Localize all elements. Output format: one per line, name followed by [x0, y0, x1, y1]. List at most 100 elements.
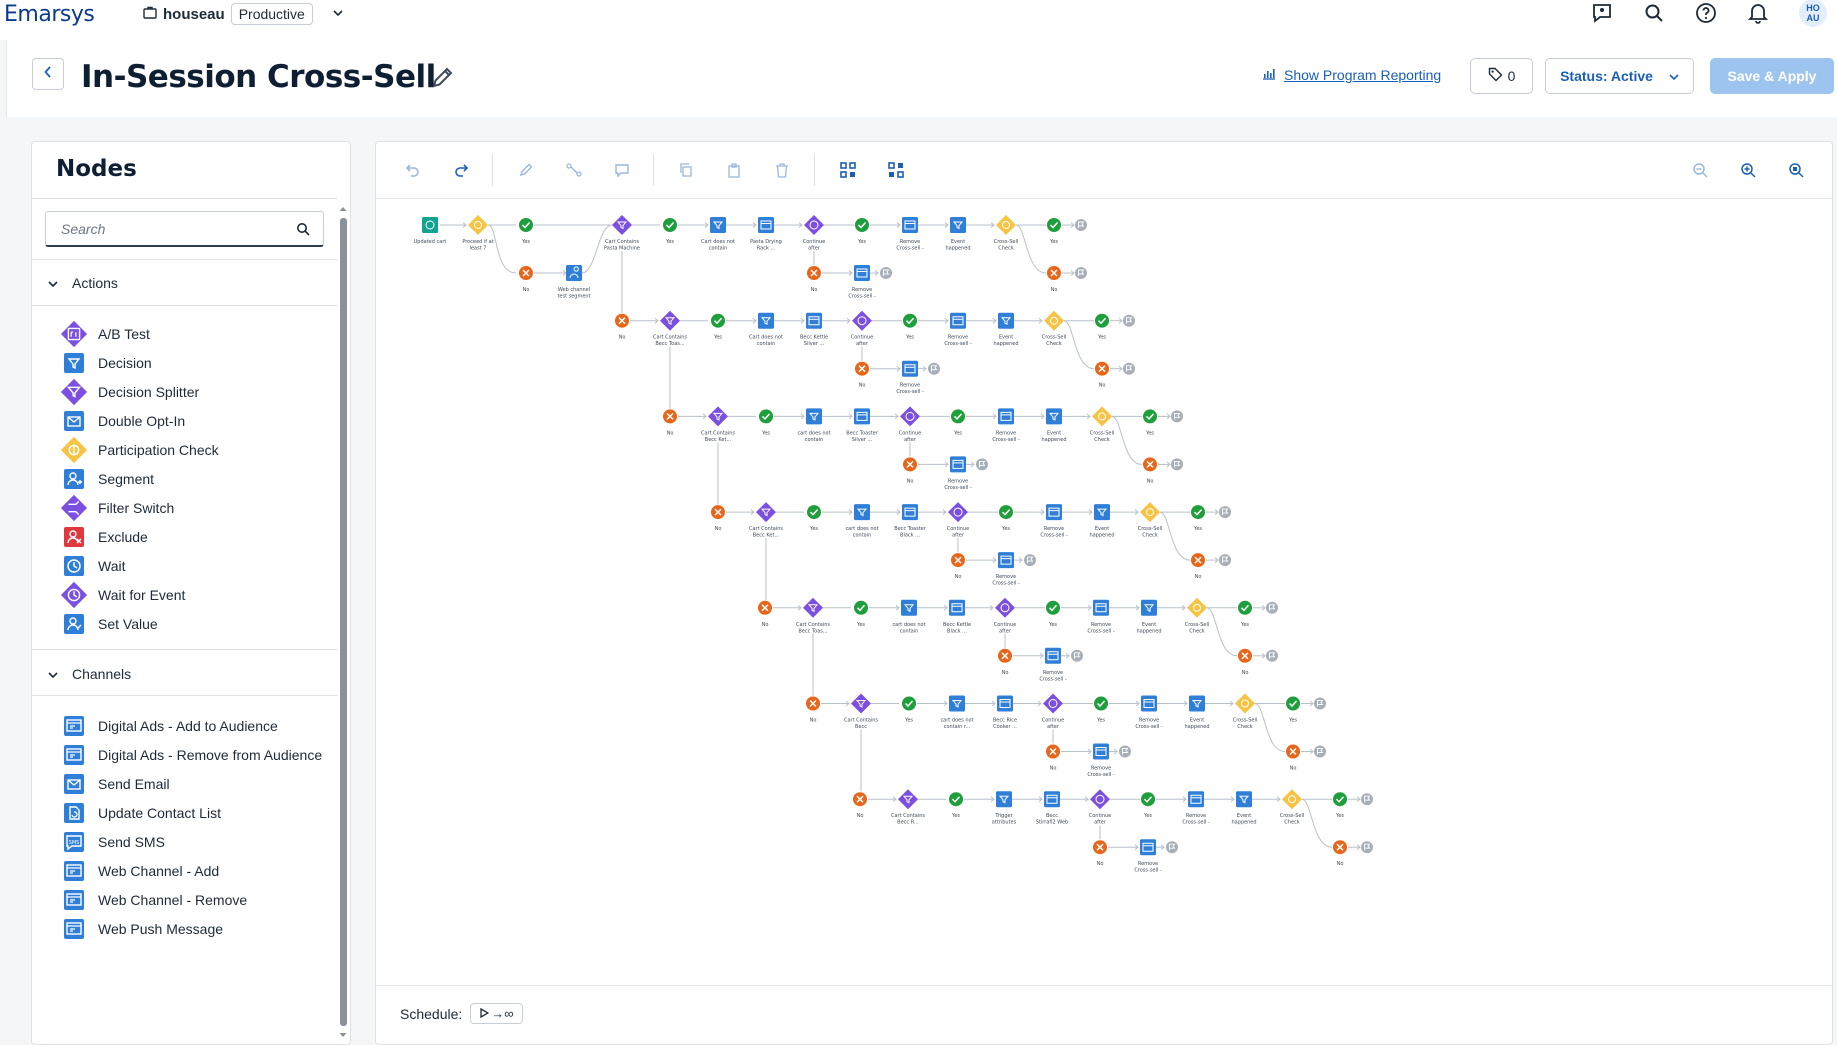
action-item-exclude[interactable]: Exclude — [60, 523, 148, 551]
node-search-input[interactable]: Search — [45, 211, 324, 247]
row-5-event[interactable] — [1141, 599, 1157, 616]
row-2-wait-no[interactable] — [855, 361, 869, 376]
row-4-no-branch[interactable] — [711, 505, 725, 520]
row-5-wait-yes[interactable] — [1046, 600, 1060, 615]
row-4-end-c[interactable] — [1219, 554, 1231, 567]
row-5-end-a[interactable] — [1071, 649, 1083, 662]
row-6-wait-event[interactable] — [1043, 693, 1063, 714]
edit-title-pencil-icon[interactable] — [430, 64, 456, 95]
channel-item-send-sms[interactable]: SMS Send SMS — [60, 828, 165, 856]
row-3-remove-a[interactable] — [950, 456, 966, 473]
row-1-cart-splitter[interactable] — [612, 215, 632, 235]
row-7-cart-splitter[interactable] — [898, 789, 918, 810]
row-5-end-b[interactable] — [1266, 601, 1278, 614]
row-3-check[interactable] — [1092, 406, 1112, 427]
row-7-remove-b[interactable] — [1188, 791, 1204, 808]
row-1-check-no[interactable] — [1047, 266, 1061, 280]
row-7-wait-no[interactable] — [1093, 840, 1107, 855]
action-item-set-value[interactable]: Set Value — [60, 610, 158, 638]
row-7-yes[interactable] — [949, 792, 963, 807]
arrange-grid-icon[interactable] — [886, 160, 906, 180]
row-2-check-no[interactable] — [1095, 361, 1109, 376]
row-1-web-channel[interactable] — [758, 217, 774, 233]
row-7-filter[interactable] — [996, 791, 1012, 808]
tags-button[interactable]: 0 — [1470, 58, 1533, 94]
row-4-web-channel[interactable] — [902, 504, 918, 521]
row-4-end-a[interactable] — [1024, 554, 1036, 567]
channel-item-update-contact-list[interactable]: Update Contact List — [60, 799, 221, 827]
save-apply-button[interactable]: Save & Apply — [1710, 58, 1834, 94]
action-item-a-b-test[interactable]: A/B Test — [60, 320, 150, 348]
search-icon[interactable] — [1643, 2, 1665, 24]
row-2-remove-b[interactable] — [950, 312, 966, 329]
row-1-end-b[interactable] — [1075, 219, 1087, 231]
row-3-end-c[interactable] — [1171, 458, 1183, 471]
schedule-button[interactable]: →∞ — [470, 1003, 523, 1024]
row-3-web-channel[interactable] — [854, 408, 870, 425]
channel-item-digital-ads-add-to-audience[interactable]: Digital Ads - Add to Audience — [60, 712, 278, 740]
row-7-remove-a[interactable] — [1140, 839, 1156, 856]
zoom-in-icon[interactable] — [1738, 160, 1758, 180]
row-1-end-a[interactable] — [880, 267, 892, 279]
row-5-wait-event[interactable] — [995, 597, 1015, 618]
row-7-check-no[interactable] — [1333, 840, 1347, 855]
row-5-check-no[interactable] — [1238, 648, 1252, 663]
channel-item-digital-ads-remove-from-audience[interactable]: Digital Ads - Remove from Audience — [60, 741, 322, 769]
row-2-wait-yes[interactable] — [903, 313, 917, 328]
row-6-yes[interactable] — [902, 696, 916, 711]
channel-item-web-push-message[interactable]: Web Push Message — [60, 915, 223, 943]
row-7-no-branch[interactable] — [853, 792, 867, 807]
row-6-cart-splitter[interactable] — [851, 693, 871, 714]
row-5-cart-splitter[interactable] — [803, 597, 823, 618]
row-3-wait-yes[interactable] — [951, 409, 965, 424]
row-6-wait-yes[interactable] — [1094, 696, 1108, 711]
feedback-icon[interactable] — [1591, 2, 1613, 24]
row-5-wait-no[interactable] — [998, 648, 1012, 663]
row-5-end-c[interactable] — [1266, 649, 1278, 662]
connect-nodes-icon[interactable] — [564, 160, 584, 180]
row-5-check-yes[interactable] — [1238, 600, 1252, 615]
undo-icon[interactable] — [403, 160, 423, 180]
row-1-remove-b[interactable] — [902, 217, 918, 233]
nodes-scrollbar[interactable] — [338, 204, 348, 1044]
row-1-check[interactable] — [996, 215, 1016, 235]
action-item-decision-splitter[interactable]: Decision Splitter — [60, 378, 199, 406]
row-7-end-a[interactable] — [1166, 841, 1178, 854]
start-node[interactable] — [422, 217, 438, 233]
row-6-wait-no[interactable] — [1046, 744, 1060, 759]
row-5-filter[interactable] — [901, 599, 917, 616]
row-7-check[interactable] — [1282, 789, 1302, 810]
row-7-web-channel[interactable] — [1044, 791, 1060, 808]
row-6-end-c[interactable] — [1314, 745, 1326, 758]
row-5-check[interactable] — [1187, 597, 1207, 618]
status-dropdown[interactable]: Status: Active — [1545, 58, 1694, 94]
yes-node-top[interactable] — [519, 218, 533, 232]
channel-item-web-channel-add[interactable]: Web Channel - Add — [60, 857, 219, 885]
no-node-top[interactable] — [519, 266, 533, 280]
redo-icon[interactable] — [451, 160, 471, 180]
avatar[interactable]: HO AU — [1799, 0, 1827, 27]
action-item-wait[interactable]: Wait — [60, 552, 125, 580]
row-6-remove-b[interactable] — [1141, 695, 1157, 712]
row-2-check[interactable] — [1044, 310, 1064, 331]
action-item-segment[interactable]: Segment — [60, 465, 154, 493]
channel-item-send-email[interactable]: Send Email — [60, 770, 170, 798]
row-2-end-b[interactable] — [1123, 314, 1135, 327]
row-1-yes[interactable] — [663, 218, 677, 232]
row-6-check-yes[interactable] — [1286, 696, 1300, 711]
row-2-filter[interactable] — [758, 312, 774, 329]
row-1-check-yes[interactable] — [1047, 218, 1061, 232]
row-4-remove-a[interactable] — [998, 552, 1014, 569]
actions-group-toggle[interactable]: Actions — [48, 275, 118, 291]
row-2-wait-event[interactable] — [852, 310, 872, 331]
segment-node[interactable] — [566, 265, 582, 281]
chevron-down-icon[interactable] — [333, 8, 343, 20]
row-2-check-yes[interactable] — [1095, 313, 1109, 328]
row-5-no-branch[interactable] — [758, 600, 772, 615]
paste-icon[interactable] — [724, 160, 744, 180]
delete-icon[interactable] — [772, 160, 792, 180]
row-1-wait-no[interactable] — [807, 266, 821, 280]
row-2-web-channel[interactable] — [806, 312, 822, 329]
row-4-yes[interactable] — [807, 505, 821, 520]
show-program-reporting-link[interactable]: Show Program Reporting — [1262, 67, 1441, 83]
